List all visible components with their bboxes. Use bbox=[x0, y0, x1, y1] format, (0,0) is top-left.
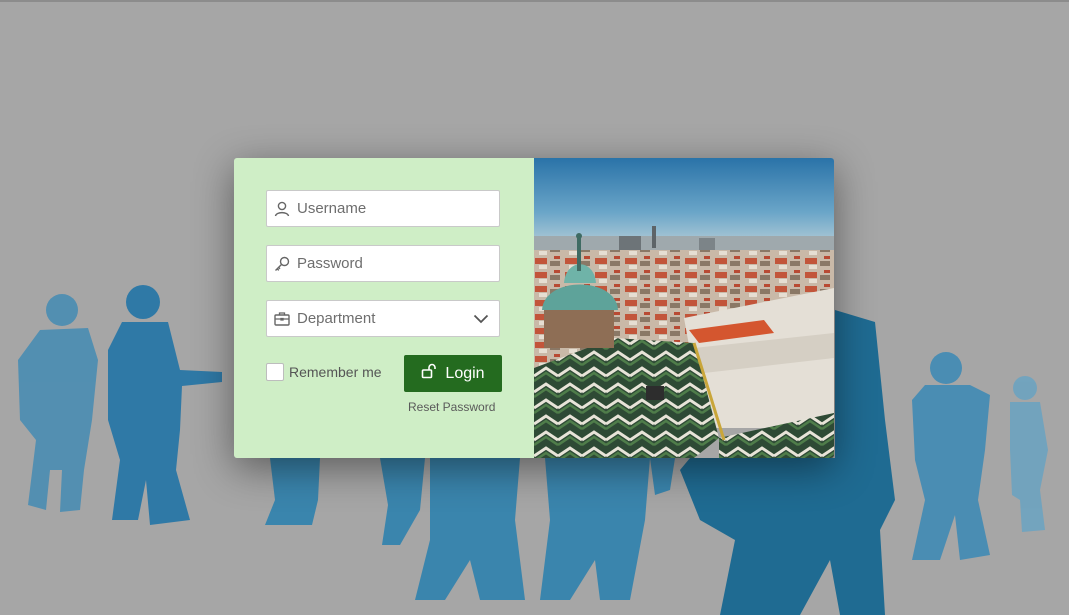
login-form-panel: Department Remember me Log bbox=[234, 158, 534, 458]
password-input[interactable] bbox=[297, 248, 487, 279]
remember-me[interactable]: Remember me bbox=[266, 363, 382, 381]
reset-password-link[interactable]: Reset Password bbox=[408, 400, 495, 414]
user-icon bbox=[267, 190, 297, 227]
password-field[interactable] bbox=[266, 245, 500, 282]
briefcase-icon bbox=[267, 300, 297, 337]
unlock-icon bbox=[421, 363, 437, 384]
city-rooftop-image bbox=[534, 158, 834, 458]
department-select-value: Department bbox=[297, 310, 376, 327]
city-photo bbox=[534, 158, 834, 458]
remember-me-checkbox[interactable] bbox=[266, 363, 284, 381]
username-input[interactable] bbox=[297, 193, 487, 224]
remember-me-label: Remember me bbox=[289, 364, 382, 380]
login-card: Department Remember me Log bbox=[234, 158, 834, 458]
login-button-label: Login bbox=[445, 364, 485, 382]
login-page: Department Remember me Log bbox=[0, 0, 1069, 615]
chevron-down-icon[interactable] bbox=[463, 300, 499, 337]
login-button[interactable]: Login bbox=[404, 355, 502, 392]
username-field[interactable] bbox=[266, 190, 500, 227]
department-select[interactable]: Department bbox=[266, 300, 500, 337]
key-icon bbox=[267, 245, 297, 282]
